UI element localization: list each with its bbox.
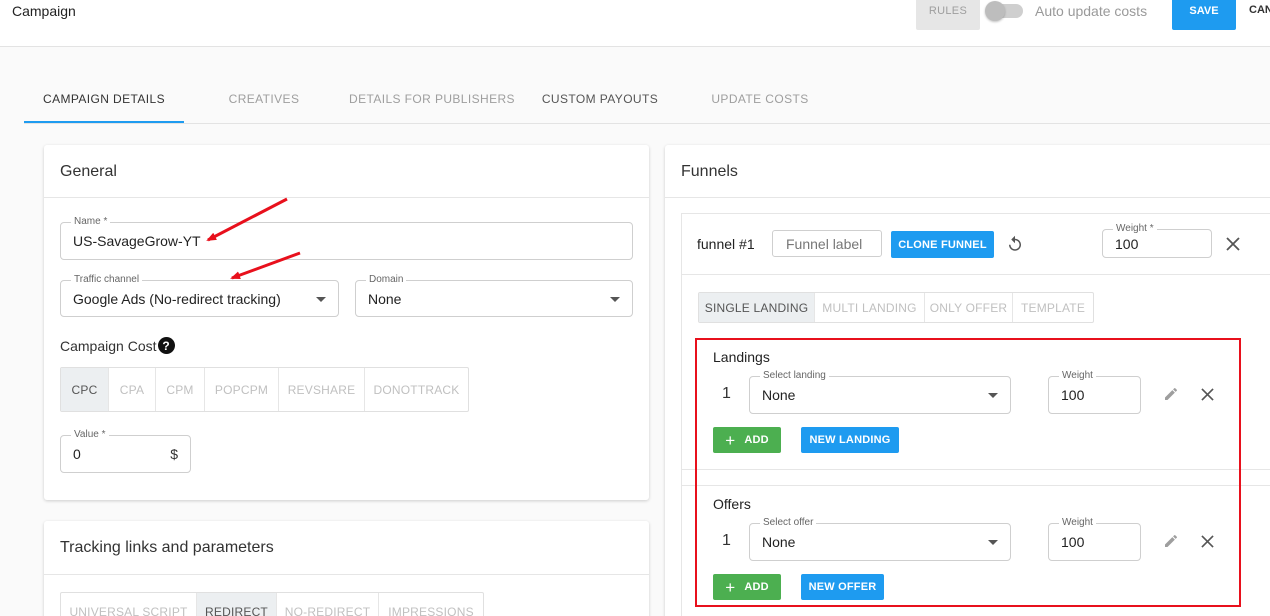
cost-type-cpm[interactable]: CPM — [156, 368, 205, 411]
divider — [665, 197, 1270, 198]
value-input: 0 — [73, 446, 81, 462]
mode-impressions[interactable]: IMPRESSIONS — [379, 593, 483, 616]
tab-custom-payouts[interactable]: CUSTOM PAYOUTS — [534, 78, 666, 123]
landing-weight-field[interactable]: Weight 100 — [1048, 370, 1141, 414]
cost-type-selector: CPC CPA CPM POPCPM REVSHARE DONOTTRACK — [60, 367, 469, 412]
campaign-cost-label: Campaign Cost — [60, 337, 157, 354]
plus-icon: + — [725, 430, 736, 450]
mode-only-offer[interactable]: ONLY OFFER — [925, 293, 1013, 322]
name-field[interactable]: Name * US-SavageGrow-YT — [60, 216, 633, 260]
domain-value: None — [368, 290, 402, 307]
divider — [44, 197, 649, 198]
tab-creatives[interactable]: CREATIVES — [204, 78, 324, 123]
divider — [682, 485, 1270, 486]
landing-select[interactable]: Select landing None — [749, 370, 1011, 414]
traffic-channel-select[interactable]: Traffic channel Google Ads (No-redirect … — [60, 274, 339, 317]
page-title: Campaign — [12, 3, 76, 19]
domain-select[interactable]: Domain None — [355, 274, 633, 317]
add-landing-label: ADD — [744, 434, 769, 446]
divider — [682, 469, 1270, 470]
chevron-down-icon — [988, 393, 998, 398]
tracking-card: Tracking links and parameters UNIVERSAL … — [44, 521, 649, 616]
campaign-tabs: CAMPAIGN DETAILS CREATIVES DETAILS FOR P… — [24, 78, 1270, 124]
chevron-down-icon — [610, 296, 620, 302]
plus-icon: + — [725, 577, 736, 597]
cost-type-revshare[interactable]: REVSHARE — [279, 368, 365, 411]
cost-type-donottrack[interactable]: DONOTTRACK — [365, 368, 468, 411]
add-offer-button[interactable]: + ADD — [713, 574, 781, 600]
rules-button[interactable]: RULES — [916, 0, 980, 30]
funnel-panel: funnel #1 Funnel label CLONE FUNNEL Weig… — [681, 213, 1270, 616]
save-button[interactable]: SAVE — [1172, 0, 1236, 30]
edit-landing-pencil-icon[interactable] — [1160, 383, 1182, 405]
offers-title: Offers — [713, 496, 751, 512]
funnel-weight-value: 100 — [1115, 235, 1139, 252]
funnels-card: Funnels funnel #1 Funnel label CLONE FUN… — [665, 145, 1270, 616]
landing-weight-value: 100 — [1061, 387, 1085, 403]
funnels-title: Funnels — [681, 163, 738, 180]
chevron-down-icon — [988, 540, 998, 545]
mode-single-landing[interactable]: SINGLE LANDING — [699, 293, 815, 322]
mode-no-redirect[interactable]: NO-REDIRECT — [277, 593, 379, 616]
funnel-weight-field[interactable]: Weight * 100 — [1102, 223, 1212, 258]
traffic-channel-value: Google Ads (No-redirect tracking) — [73, 290, 281, 307]
cost-value-field[interactable]: Value * 0 $ — [60, 429, 191, 473]
offer-select-value: None — [762, 534, 796, 550]
new-offer-button[interactable]: NEW OFFER — [801, 574, 884, 600]
landings-title: Landings — [713, 349, 770, 365]
general-title: General — [60, 163, 117, 180]
tracking-title: Tracking links and parameters — [60, 539, 274, 556]
landing-mode-selector: SINGLE LANDING MULTI LANDING ONLY OFFER … — [698, 292, 1094, 323]
cost-type-cpc[interactable]: CPC — [61, 368, 109, 411]
top-bar: Campaign RULES Auto update costs SAVE CA… — [0, 0, 1270, 47]
currency-suffix: $ — [170, 446, 178, 462]
help-icon[interactable]: ? — [157, 337, 175, 354]
tab-campaign-details[interactable]: CAMPAIGN DETAILS — [24, 78, 184, 123]
landing-select-value: None — [762, 387, 796, 403]
divider — [682, 274, 1270, 275]
cancel-button[interactable]: CANCEL — [1249, 4, 1270, 16]
tracking-mode-selector: UNIVERSAL SCRIPT REDIRECT NO-REDIRECT IM… — [60, 592, 484, 616]
general-card: General Name * US-SavageGrow-YT Traffic … — [44, 145, 649, 500]
add-offer-label: ADD — [744, 581, 769, 593]
toggle-knob — [985, 1, 1005, 21]
offer-select[interactable]: Select offer None — [749, 517, 1011, 561]
landing-row-number: 1 — [722, 385, 731, 402]
mode-template[interactable]: TEMPLATE — [1013, 293, 1093, 322]
auto-update-toggle[interactable] — [985, 1, 1023, 21]
offer-weight-value: 100 — [1061, 534, 1085, 550]
chevron-down-icon — [316, 296, 326, 302]
tab-details-for-publishers[interactable]: DETAILS FOR PUBLISHERS — [346, 78, 518, 123]
cost-type-cpa[interactable]: CPA — [109, 368, 156, 411]
funnel-name: funnel #1 — [697, 236, 755, 252]
offer-row-number: 1 — [722, 532, 731, 549]
remove-offer-close-icon[interactable] — [1196, 530, 1218, 552]
mode-universal-script[interactable]: UNIVERSAL SCRIPT — [61, 593, 197, 616]
refresh-icon[interactable] — [1004, 233, 1026, 255]
remove-funnel-close-icon[interactable] — [1222, 233, 1244, 255]
funnel-label-input[interactable]: Funnel label — [772, 230, 882, 257]
tab-update-costs[interactable]: UPDATE COSTS — [696, 78, 824, 123]
campaign-cost-heading: Campaign Cost ? — [60, 337, 175, 354]
name-value: US-SavageGrow-YT — [73, 233, 201, 249]
cost-type-popcpm[interactable]: POPCPM — [205, 368, 279, 411]
auto-update-label: Auto update costs — [1035, 3, 1148, 19]
mode-multi-landing[interactable]: MULTI LANDING — [815, 293, 925, 322]
mode-redirect[interactable]: REDIRECT — [197, 593, 277, 616]
add-landing-button[interactable]: + ADD — [713, 427, 781, 453]
clone-funnel-button[interactable]: CLONE FUNNEL — [891, 231, 994, 258]
edit-offer-pencil-icon[interactable] — [1160, 530, 1182, 552]
remove-landing-close-icon[interactable] — [1196, 383, 1218, 405]
new-landing-button[interactable]: NEW LANDING — [801, 427, 899, 453]
divider — [44, 574, 649, 575]
offer-weight-field[interactable]: Weight 100 — [1048, 517, 1141, 561]
